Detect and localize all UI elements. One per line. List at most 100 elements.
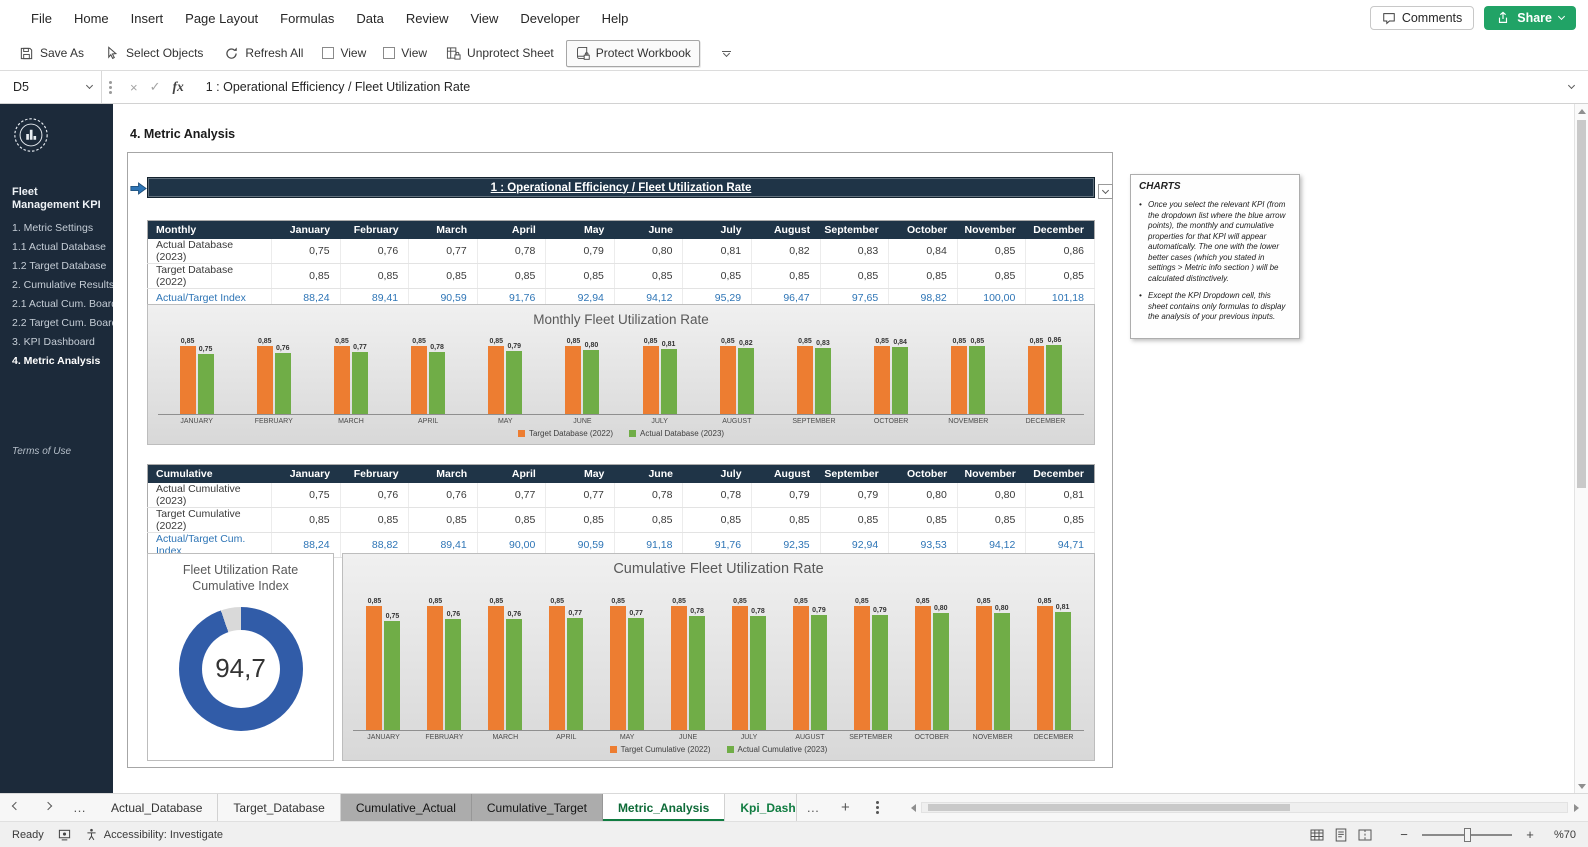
table-cell[interactable]: 0,85 bbox=[614, 263, 683, 288]
all-sheets-button[interactable]: … bbox=[64, 794, 96, 821]
month-column-header[interactable]: December bbox=[1026, 465, 1095, 483]
table-cell[interactable]: 0,85 bbox=[752, 507, 821, 532]
table-cell[interactable]: 0,81 bbox=[683, 239, 752, 264]
share-button[interactable]: Share bbox=[1484, 6, 1576, 30]
horizontal-scrollbar-track[interactable] bbox=[921, 802, 1568, 813]
table-cell[interactable]: 0,85 bbox=[752, 263, 821, 288]
table-cell[interactable]: 0,76 bbox=[409, 483, 478, 508]
actual-bar[interactable] bbox=[628, 618, 644, 730]
month-column-header[interactable]: February bbox=[340, 465, 409, 483]
zoom-level[interactable]: %70 bbox=[1548, 829, 1576, 841]
table-cell[interactable]: 0,77 bbox=[477, 483, 546, 508]
actual-bar[interactable] bbox=[750, 616, 766, 730]
table-cell[interactable]: 0,79 bbox=[752, 483, 821, 508]
scroll-down-icon[interactable] bbox=[1575, 779, 1588, 793]
zoom-in-button[interactable]: + bbox=[1524, 827, 1536, 842]
table-cell[interactable]: 0,82 bbox=[752, 239, 821, 264]
accessibility-status[interactable]: Accessibility: Investigate bbox=[85, 828, 223, 841]
menu-item-developer[interactable]: Developer bbox=[509, 4, 590, 33]
menu-item-file[interactable]: File bbox=[20, 4, 63, 33]
table-cell[interactable]: 0,76 bbox=[340, 483, 409, 508]
actual-bar[interactable] bbox=[583, 350, 599, 414]
month-column-header[interactable]: July bbox=[683, 221, 752, 239]
table-cell[interactable]: 0,85 bbox=[683, 263, 752, 288]
ribbon-options-button[interactable] bbox=[713, 44, 740, 63]
table-cell[interactable]: 0,85 bbox=[614, 507, 683, 532]
table-cell[interactable]: 0,85 bbox=[957, 263, 1026, 288]
month-column-header[interactable]: June bbox=[614, 465, 683, 483]
target-bar[interactable] bbox=[549, 606, 565, 730]
sheet-tab-metric-analysis[interactable]: Metric_Analysis bbox=[603, 794, 725, 821]
new-sheet-button[interactable]: + bbox=[829, 794, 861, 821]
target-bar[interactable] bbox=[366, 606, 382, 730]
table-cell[interactable]: 0,85 bbox=[546, 263, 615, 288]
actual-bar[interactable] bbox=[384, 621, 400, 731]
target-bar[interactable] bbox=[488, 346, 504, 414]
table-corner-header[interactable]: Cumulative bbox=[148, 465, 272, 483]
actual-bar[interactable] bbox=[1055, 612, 1071, 730]
actual-bar[interactable] bbox=[1046, 345, 1062, 414]
row-label[interactable]: Target Cumulative (2022) bbox=[148, 507, 272, 532]
protect-workbook-button[interactable]: Protect Workbook bbox=[566, 40, 700, 67]
actual-bar[interactable] bbox=[506, 351, 522, 414]
target-bar[interactable] bbox=[720, 346, 736, 414]
actual-bar[interactable] bbox=[815, 348, 831, 414]
month-column-header[interactable]: December bbox=[1026, 221, 1095, 239]
table-cell[interactable]: 0,81 bbox=[1026, 483, 1095, 508]
month-column-header[interactable]: February bbox=[340, 221, 409, 239]
table-cell[interactable]: 0,75 bbox=[272, 483, 341, 508]
sidebar-item-1-metric-settings[interactable]: 1. Metric Settings bbox=[0, 218, 113, 237]
actual-bar[interactable] bbox=[994, 613, 1010, 730]
previous-sheet-button[interactable] bbox=[0, 794, 32, 821]
table-cell[interactable]: 0,85 bbox=[957, 507, 1026, 532]
target-bar[interactable] bbox=[874, 346, 890, 414]
sidebar-item-4-metric-analysis[interactable]: 4. Metric Analysis bbox=[0, 351, 113, 370]
formula-input[interactable]: 1 : Operational Efficiency / Fleet Utili… bbox=[196, 71, 1554, 103]
actual-bar[interactable] bbox=[567, 618, 583, 730]
table-cell[interactable]: 0,85 bbox=[477, 263, 546, 288]
month-column-header[interactable]: May bbox=[546, 221, 615, 239]
terms-of-use-link[interactable]: Terms of Use bbox=[0, 446, 113, 457]
target-bar[interactable] bbox=[257, 346, 273, 414]
sheet-tab-actual-database[interactable]: Actual_Database bbox=[96, 794, 218, 821]
checkbox-icon[interactable] bbox=[322, 47, 334, 59]
target-bar[interactable] bbox=[565, 346, 581, 414]
table-cell[interactable]: 0,77 bbox=[546, 483, 615, 508]
table-cell[interactable]: 0,79 bbox=[820, 483, 889, 508]
actual-bar[interactable] bbox=[661, 349, 677, 414]
sidebar-item-3-kpi-dashboard[interactable]: 3. KPI Dashboard bbox=[0, 332, 113, 351]
month-column-header[interactable]: November bbox=[957, 221, 1026, 239]
table-cell[interactable]: 0,86 bbox=[1026, 239, 1095, 264]
month-column-header[interactable]: August bbox=[752, 465, 821, 483]
table-cell[interactable]: 0,85 bbox=[340, 507, 409, 532]
row-label[interactable]: Actual Database (2023) bbox=[148, 239, 272, 264]
month-column-header[interactable]: April bbox=[477, 221, 546, 239]
sidebar-item-1-2-target-database[interactable]: 1.2 Target Database bbox=[0, 256, 113, 275]
table-cell[interactable]: 0,76 bbox=[340, 239, 409, 264]
next-sheet-button[interactable] bbox=[32, 794, 64, 821]
month-column-header[interactable]: October bbox=[889, 465, 958, 483]
table-corner-header[interactable]: Monthly bbox=[148, 221, 272, 239]
zoom-out-button[interactable]: − bbox=[1398, 827, 1410, 842]
table-cell[interactable]: 0,85 bbox=[820, 263, 889, 288]
cumulative-bar-chart[interactable]: Cumulative Fleet Utilization Rate 0,850,… bbox=[342, 553, 1095, 761]
scroll-right-icon[interactable] bbox=[1568, 804, 1584, 812]
actual-bar[interactable] bbox=[445, 619, 461, 730]
actual-bar[interactable] bbox=[811, 615, 827, 730]
month-column-header[interactable]: October bbox=[889, 221, 958, 239]
comments-button[interactable]: Comments bbox=[1370, 6, 1474, 30]
target-bar[interactable] bbox=[797, 346, 813, 414]
view-checkbox-2[interactable]: View bbox=[376, 41, 434, 65]
month-column-header[interactable]: March bbox=[409, 465, 478, 483]
save-as-button[interactable]: Save As bbox=[10, 40, 93, 67]
confirm-entry-icon[interactable]: ✓ bbox=[150, 79, 161, 95]
actual-bar[interactable] bbox=[198, 354, 214, 414]
target-bar[interactable] bbox=[411, 346, 427, 414]
table-cell[interactable]: 0,78 bbox=[683, 483, 752, 508]
table-cell[interactable]: 0,80 bbox=[957, 483, 1026, 508]
target-bar[interactable] bbox=[610, 606, 626, 730]
sheet-options-button[interactable] bbox=[861, 794, 893, 821]
table-cell[interactable]: 0,79 bbox=[546, 239, 615, 264]
name-box[interactable]: D5 bbox=[0, 71, 102, 103]
view-checkbox-1[interactable]: View bbox=[315, 41, 373, 65]
